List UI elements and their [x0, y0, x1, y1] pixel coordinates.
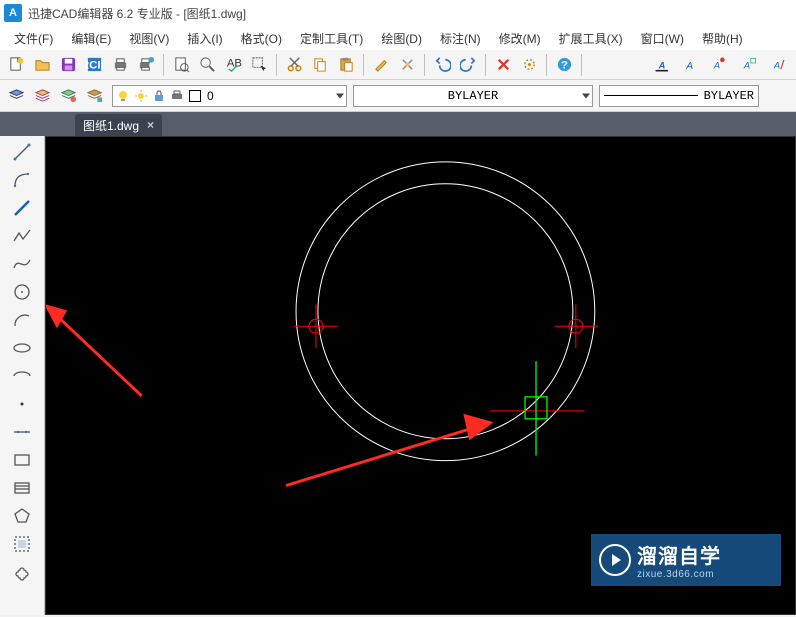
- redo-icon[interactable]: [456, 53, 480, 77]
- menu-modify[interactable]: 修改(M): [491, 28, 549, 49]
- text-a2-icon[interactable]: A: [678, 53, 702, 77]
- color-combo[interactable]: BYLAYER: [353, 85, 593, 107]
- workspace: 溜溜自学 zixue.3d66.com: [0, 136, 796, 615]
- menu-insert[interactable]: 插入(I): [179, 28, 230, 49]
- tab-label: 图纸1.dwg: [83, 117, 139, 134]
- menu-dim[interactable]: 标注(N): [432, 28, 489, 49]
- rect-tool-icon[interactable]: [7, 446, 37, 474]
- spline-tool-icon[interactable]: [7, 250, 37, 278]
- open-icon[interactable]: [30, 53, 54, 77]
- svg-text:A: A: [657, 60, 665, 70]
- menu-draw[interactable]: 绘图(D): [373, 28, 430, 49]
- spell-icon[interactable]: ABC: [221, 53, 245, 77]
- app-logo: A: [4, 4, 22, 22]
- drawing-canvas[interactable]: 溜溜自学 zixue.3d66.com: [45, 136, 796, 615]
- menu-window[interactable]: 窗口(W): [633, 28, 692, 49]
- arc-tool-icon[interactable]: [7, 306, 37, 334]
- menu-ext[interactable]: 扩展工具(X): [551, 28, 631, 49]
- menu-file[interactable]: 文件(F): [6, 28, 61, 49]
- hatch-tool-icon[interactable]: [7, 474, 37, 502]
- layer-tool3-icon[interactable]: [56, 84, 80, 108]
- lock-icon: [153, 90, 165, 102]
- arc3p-tool-icon[interactable]: [7, 166, 37, 194]
- svg-text:A: A: [685, 61, 693, 72]
- menu-view[interactable]: 视图(V): [121, 28, 177, 49]
- ray-tool-icon[interactable]: [7, 194, 37, 222]
- print-all-icon[interactable]: [134, 53, 158, 77]
- svg-text:RCIS: RCIS: [86, 59, 103, 71]
- draw-toolbar: [0, 136, 45, 615]
- watermark-title: 溜溜自学: [637, 540, 721, 569]
- ellipsearc-tool-icon[interactable]: [7, 362, 37, 390]
- title-bar: A 迅捷CAD编辑器 6.2 专业版 - [图纸1.dwg]: [0, 0, 796, 26]
- layer-color-swatch: [189, 90, 201, 102]
- sun-icon: [135, 90, 147, 102]
- linetype-combo[interactable]: BYLAYER: [599, 85, 759, 107]
- new-icon[interactable]: [4, 53, 28, 77]
- linetype-value: BYLAYER: [704, 89, 754, 103]
- target-icon[interactable]: [517, 53, 541, 77]
- play-icon: [599, 544, 631, 576]
- text-a3-icon[interactable]: A: [704, 53, 732, 77]
- layer-tool1-icon[interactable]: [4, 84, 28, 108]
- bulb-icon: [117, 90, 129, 102]
- svg-text:A: A: [742, 60, 749, 70]
- window-title: 迅捷CAD编辑器 6.2 专业版 - [图纸1.dwg]: [28, 5, 246, 22]
- polyline-tool-icon[interactable]: [7, 222, 37, 250]
- point-tool-icon[interactable]: [7, 390, 37, 418]
- line-tool-icon[interactable]: [7, 138, 37, 166]
- chevron-down-icon: [582, 93, 590, 98]
- linetype-preview: [604, 95, 698, 96]
- print-icon[interactable]: [108, 53, 132, 77]
- ellipse-tool-icon[interactable]: [7, 334, 37, 362]
- save-icon[interactable]: [56, 53, 80, 77]
- properties-toolbar: 0 BYLAYER BYLAYER: [0, 80, 796, 112]
- text-a1-icon[interactable]: A: [648, 53, 676, 77]
- boundary-tool-icon[interactable]: [7, 530, 37, 558]
- circle-tool-icon[interactable]: [7, 278, 37, 306]
- tab-active[interactable]: 图纸1.dwg ×: [75, 114, 162, 136]
- layer-tool4-icon[interactable]: [82, 84, 106, 108]
- cut-icon[interactable]: [282, 53, 306, 77]
- undo-icon[interactable]: [430, 53, 454, 77]
- svg-text:A: A: [772, 60, 779, 70]
- svg-text:?: ?: [561, 59, 568, 71]
- polygon-tool-icon[interactable]: [7, 502, 37, 530]
- copy-icon[interactable]: [308, 53, 332, 77]
- infline-tool-icon[interactable]: [7, 418, 37, 446]
- print2-icon: [171, 90, 183, 102]
- document-tabs: 图纸1.dwg ×: [0, 112, 796, 136]
- chevron-down-icon: [336, 93, 344, 98]
- text-a4-icon[interactable]: A: [734, 53, 762, 77]
- menu-bar: 文件(F) 编辑(E) 视图(V) 插入(I) 格式(O) 定制工具(T) 绘图…: [0, 26, 796, 50]
- area-select-icon[interactable]: [247, 53, 271, 77]
- watermark: 溜溜自学 zixue.3d66.com: [591, 534, 781, 586]
- text-a5-icon[interactable]: A: [764, 53, 792, 77]
- layer-combo[interactable]: 0: [112, 85, 347, 107]
- pdf-icon[interactable]: RCIS: [82, 53, 106, 77]
- menu-edit[interactable]: 编辑(E): [63, 28, 119, 49]
- delete-icon[interactable]: [491, 53, 515, 77]
- paste-icon[interactable]: [334, 53, 358, 77]
- watermark-url: zixue.3d66.com: [637, 569, 721, 580]
- standard-toolbar: RCIS ABC ? A A A A A: [0, 50, 796, 80]
- menu-tools[interactable]: 定制工具(T): [292, 28, 371, 49]
- layer-value: 0: [207, 89, 214, 103]
- preview-icon[interactable]: [169, 53, 193, 77]
- search-icon[interactable]: [195, 53, 219, 77]
- revcloud-tool-icon[interactable]: [7, 558, 37, 586]
- tab-close-icon[interactable]: ×: [147, 118, 154, 132]
- color-value: BYLAYER: [358, 89, 588, 103]
- svg-text:A: A: [712, 60, 719, 70]
- brush-icon[interactable]: [395, 53, 419, 77]
- layer-tool2-icon[interactable]: [30, 84, 54, 108]
- menu-help[interactable]: 帮助(H): [694, 28, 751, 49]
- help-icon[interactable]: ?: [552, 53, 576, 77]
- style-icon[interactable]: [369, 53, 393, 77]
- menu-format[interactable]: 格式(O): [233, 28, 290, 49]
